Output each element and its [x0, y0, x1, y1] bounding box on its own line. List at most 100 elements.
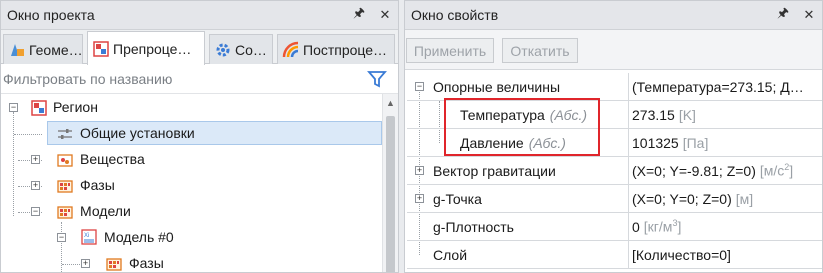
- model-icon: Xi: [81, 229, 97, 245]
- project-tabs: Геоме… Препроце… Со… Постпроце…: [1, 30, 398, 65]
- property-value-cell[interactable]: [Количество=0]: [632, 241, 822, 268]
- property-value-cell[interactable]: (X=0; Y=-9.81; Z=0) [м/с2]: [632, 157, 822, 184]
- unit-end: ]: [789, 162, 794, 179]
- project-window: Окно проекта 🖈︎ ✕ Геоме… Препроце… Со… П…: [0, 0, 399, 273]
- property-name: Опорные величины: [433, 78, 561, 95]
- property-unit: [м/с2]: [760, 162, 793, 179]
- expand-toggle[interactable]: +: [31, 181, 40, 190]
- scrollbar-thumb[interactable]: [386, 116, 395, 272]
- properties-toolbar: Применить Откатить: [405, 30, 822, 70]
- tree-item-label: Регион: [53, 99, 98, 115]
- collapse-toggle[interactable]: −: [9, 103, 18, 112]
- tree-item-label: Модель #0: [104, 229, 174, 245]
- property-row-g-density[interactable]: g-Плотность 0 [кг/м3]: [407, 213, 822, 241]
- scroll-up-arrow-icon[interactable]: ▲: [386, 98, 395, 108]
- tree-item-label: Фазы: [129, 255, 164, 271]
- tree-item-model-phases[interactable]: + Фазы: [1, 251, 383, 272]
- property-value: 0: [632, 218, 640, 235]
- property-value: (X=0; Y=-9.81; Z=0): [632, 162, 756, 179]
- tree-item-phases[interactable]: + Фазы: [1, 173, 383, 199]
- filter-input[interactable]: Фильтровать по названию: [3, 71, 366, 87]
- svg-text:Xi: Xi: [84, 233, 89, 239]
- revert-button[interactable]: Откатить: [502, 38, 578, 63]
- properties-window-title: Окно свойств: [411, 7, 499, 23]
- tree-item-substances[interactable]: + Вещества: [1, 147, 383, 173]
- expand-toggle[interactable]: +: [31, 155, 40, 164]
- tree-item-label: Фазы: [80, 177, 115, 193]
- property-value-cell[interactable]: 0 [кг/м3]: [632, 213, 822, 240]
- property-unit: [Па]: [682, 134, 709, 151]
- project-tree: − Регион Общие установки + Вещества + Фа…: [1, 94, 383, 272]
- substances-icon: [57, 154, 73, 167]
- unit-end: ]: [677, 218, 682, 235]
- collapse-toggle[interactable]: −: [31, 207, 40, 216]
- tree-item-region[interactable]: − Регион: [1, 95, 383, 121]
- property-row-g-point[interactable]: + g-Точка (X=0; Y=0; Z=0) [м]: [407, 185, 822, 213]
- property-value: (X=0; Y=0; Z=0): [632, 190, 732, 207]
- tree-item-general-settings[interactable]: Общие установки: [1, 121, 383, 147]
- pin-icon[interactable]: 🖈︎: [346, 4, 372, 26]
- tab-geometry-label: Геоме…: [29, 41, 83, 58]
- property-unit: [кг/м3]: [644, 218, 682, 235]
- tab-geometry[interactable]: Геоме…: [3, 34, 83, 64]
- property-name: Слой: [433, 246, 468, 263]
- property-value-cell[interactable]: 273.15 [K]: [632, 101, 822, 128]
- tab-solver[interactable]: Со…: [209, 34, 273, 64]
- app-root: Окно проекта 🖈︎ ✕ Геоме… Препроце… Со… П…: [0, 0, 823, 273]
- unit-base: [м/с: [759, 162, 785, 179]
- highlight-box: [444, 98, 600, 156]
- property-name-cell: Опорные величины: [407, 73, 629, 100]
- property-row-reference-values[interactable]: − Опорные величины (Температура=273.15; …: [407, 73, 822, 101]
- tab-postprocess[interactable]: Постпроце…: [277, 34, 395, 64]
- property-name-cell: Вектор гравитации: [407, 157, 629, 184]
- gear-icon: [216, 43, 230, 56]
- pin-icon[interactable]: 🖈︎: [770, 4, 796, 26]
- collapse-toggle[interactable]: −: [57, 233, 66, 242]
- apply-button[interactable]: Применить: [406, 38, 494, 63]
- phases-icon: [57, 180, 73, 193]
- geometry-icon: [11, 43, 24, 56]
- property-value: 273.15: [632, 106, 675, 123]
- property-unit: [м]: [735, 190, 754, 207]
- tab-postprocess-label: Постпроце…: [303, 41, 388, 58]
- phases-icon: [106, 258, 122, 271]
- preprocess-icon: [93, 40, 109, 57]
- tree-item-label: Модели: [80, 203, 131, 219]
- tree-item-label: Вещества: [80, 151, 145, 167]
- project-window-titlebar: Окно проекта 🖈︎ ✕: [1, 1, 398, 30]
- property-value-cell[interactable]: (X=0; Y=0; Z=0) [м]: [632, 185, 822, 212]
- models-icon: [57, 206, 73, 219]
- unit-base: [кг/м: [643, 218, 673, 235]
- tree-item-models[interactable]: − Модели: [1, 199, 383, 225]
- property-value-cell[interactable]: 101325 [Па]: [632, 129, 822, 156]
- property-row-gravity-vector[interactable]: + Вектор гравитации (X=0; Y=-9.81; Z=0) …: [407, 157, 822, 185]
- tree-item-model-0[interactable]: − Xi Модель #0: [1, 225, 383, 251]
- close-icon[interactable]: ✕: [796, 7, 822, 23]
- property-name: g-Точка: [433, 190, 482, 207]
- close-icon[interactable]: ✕: [372, 7, 398, 23]
- tree-item-label: Общие установки: [80, 125, 195, 141]
- tab-preprocess[interactable]: Препроце…: [87, 31, 205, 65]
- property-value-cell[interactable]: (Температура=273.15; Д…: [632, 73, 822, 100]
- property-name-cell: Слой: [407, 241, 629, 268]
- property-value: (Температура=273.15; Д…: [632, 78, 804, 95]
- property-name-cell: g-Точка: [407, 185, 629, 212]
- expand-toggle[interactable]: +: [81, 259, 90, 268]
- tree-scrollbar[interactable]: ▲: [382, 94, 398, 272]
- property-name: Вектор гравитации: [433, 162, 556, 179]
- property-name-cell: g-Плотность: [407, 213, 629, 240]
- region-icon: [31, 100, 47, 116]
- property-value: [Количество=0]: [632, 246, 731, 263]
- tree-filter[interactable]: Фильтровать по названию: [1, 65, 398, 94]
- property-unit: [K]: [678, 106, 696, 123]
- property-name: g-Плотность: [433, 218, 514, 235]
- project-window-title: Окно проекта: [7, 7, 95, 23]
- properties-window-titlebar: Окно свойств 🖈︎ ✕: [405, 1, 822, 30]
- filter-icon[interactable]: [366, 68, 388, 90]
- postprocess-icon: [282, 41, 299, 57]
- property-row-layer[interactable]: Слой [Количество=0]: [407, 241, 822, 269]
- tab-preprocess-label: Препроце…: [113, 40, 192, 57]
- property-value: 101325: [632, 134, 679, 151]
- settings-sliders-icon: [58, 129, 72, 139]
- tab-solver-label: Со…: [235, 41, 267, 58]
